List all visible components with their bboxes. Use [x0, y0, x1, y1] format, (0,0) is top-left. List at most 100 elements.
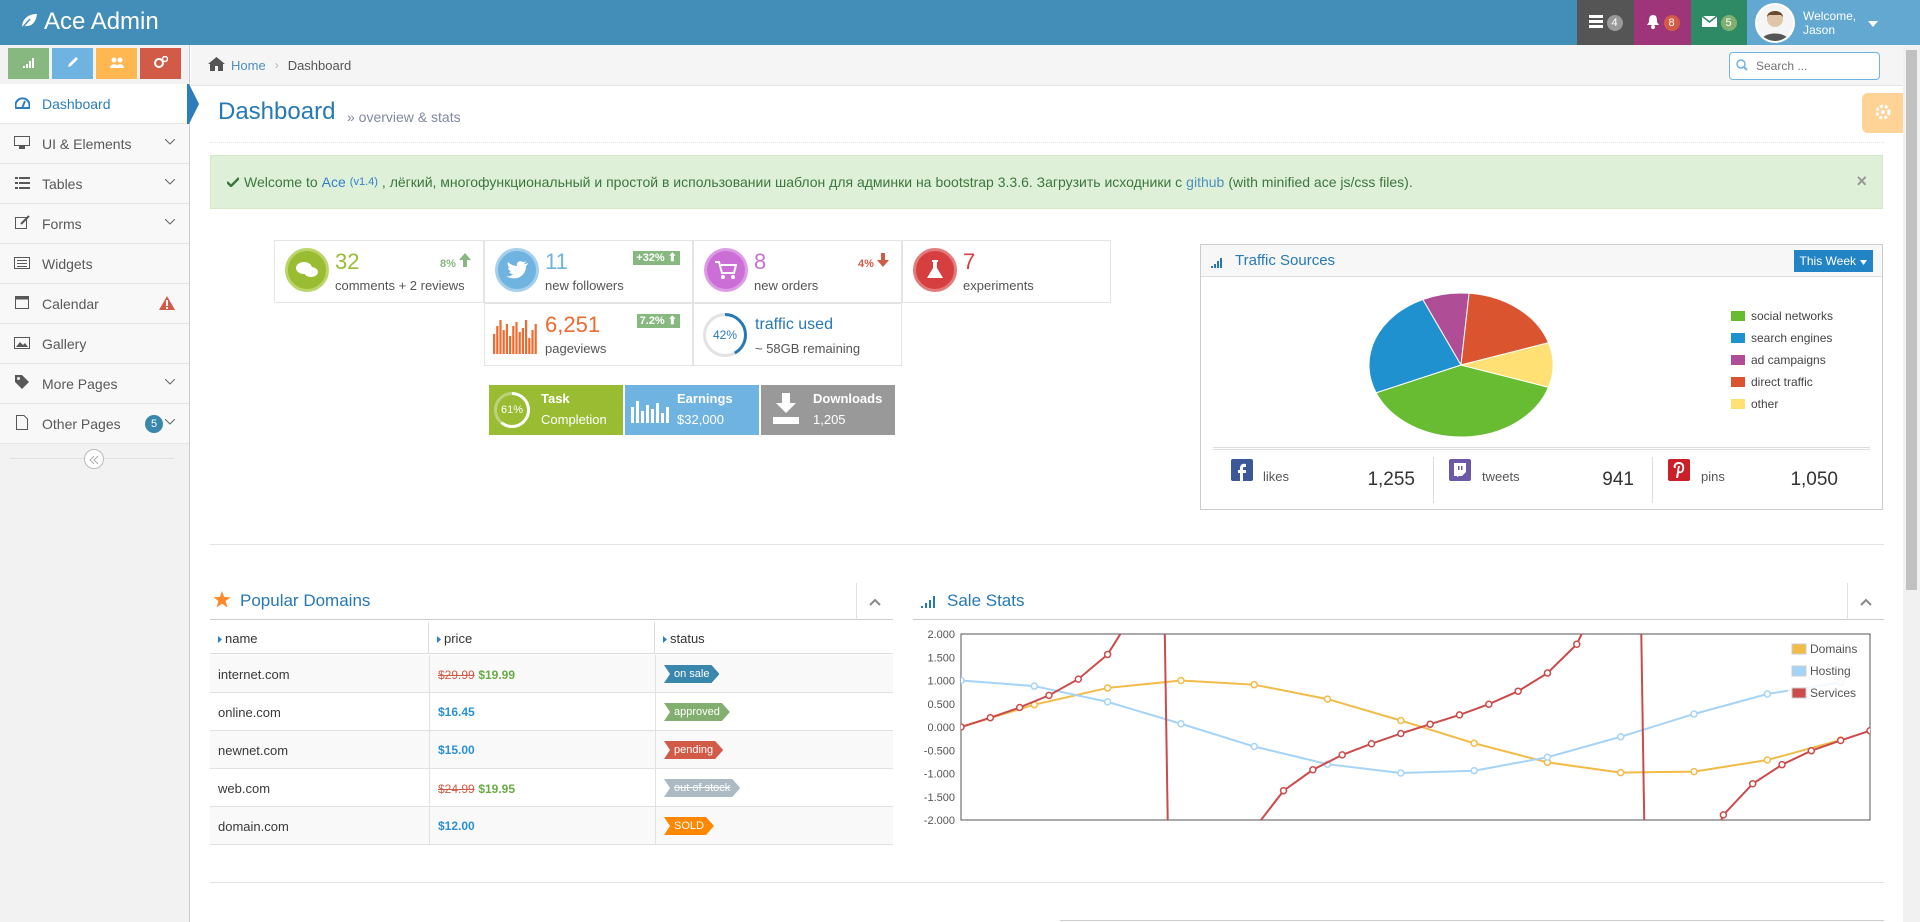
price: $12.00	[438, 819, 475, 833]
data-point	[1397, 769, 1405, 777]
legend-label: search engines	[1751, 331, 1833, 345]
messages-badge: 5	[1720, 14, 1737, 31]
sidebar-item-tables[interactable]: Tables	[0, 164, 189, 204]
sale-stats-collapse-button[interactable]	[1847, 583, 1884, 620]
scrollbar[interactable]	[1903, 45, 1920, 922]
search-input[interactable]	[1754, 58, 1869, 74]
notifications-badge: 8	[1663, 14, 1680, 31]
cogs-icon	[153, 55, 168, 71]
data-point	[1103, 698, 1112, 706]
sidebar-item-gallery[interactable]: Gallery	[0, 324, 189, 364]
shortcut-users-button[interactable]	[96, 48, 137, 79]
scrollbar-thumb[interactable]	[1906, 50, 1917, 590]
sparkline-bar	[502, 330, 505, 354]
infobox-text: new followers	[545, 278, 624, 293]
arrow-up-icon	[459, 253, 471, 270]
caret-right-icon	[437, 631, 441, 646]
shortcut-settings-button[interactable]	[140, 48, 181, 79]
y-tick-label: -1.000	[924, 769, 955, 781]
breadcrumb-separator-icon: ›	[274, 58, 279, 72]
sidebar-item-more-pages[interactable]: More Pages	[0, 364, 189, 404]
chevron-down-icon	[164, 374, 176, 388]
comments-icon	[285, 248, 329, 292]
social-stat-tweets: tweets 941	[1434, 457, 1653, 503]
period-dropdown[interactable]: This Week	[1793, 250, 1873, 272]
legend-swatch	[1791, 643, 1807, 655]
github-link[interactable]: github	[1186, 174, 1224, 190]
sparkline-bar	[515, 322, 518, 354]
status-badge: SOLD	[664, 817, 714, 835]
dashboard-icon	[12, 96, 32, 112]
legend-item: other	[1731, 393, 1833, 415]
price: $19.99	[478, 668, 516, 682]
y-tick-label: 0.000	[927, 722, 955, 734]
infobox-comments: 32 comments + 2 reviews 8%	[274, 240, 484, 303]
shortcut-stats-button[interactable]	[8, 48, 49, 79]
star-icon	[213, 591, 231, 611]
infobox-number: 11	[545, 249, 568, 274]
legend-swatch	[1731, 333, 1745, 343]
col-status-header[interactable]: status	[655, 622, 893, 654]
infobox-change: +32%	[636, 252, 665, 264]
chart-legend: Domains Hosting Services	[1788, 638, 1868, 700]
alert-download-text: . Загрузить исходники с	[1028, 174, 1183, 190]
chevron-down-icon	[164, 134, 176, 148]
close-icon[interactable]: ×	[1856, 171, 1867, 192]
bottom-line	[1060, 920, 1884, 921]
col-price-header[interactable]: price	[429, 622, 655, 654]
legend-swatch	[1791, 665, 1807, 677]
sidebar-item-other-pages[interactable]: Other Pages 5	[0, 404, 189, 444]
y-tick-label: 1.500	[927, 652, 955, 664]
status-badge: out of stock	[664, 779, 740, 797]
tasks-button[interactable]: 4	[1577, 0, 1634, 45]
twitter-icon	[495, 248, 539, 292]
sidebar-item-label: UI & Elements	[42, 135, 132, 152]
legend-swatch	[1731, 311, 1745, 321]
y-tick-label: 0.500	[927, 699, 955, 711]
alert-text: , лёгкий, многофункциональный и простой …	[381, 174, 932, 190]
legend-swatch	[1731, 355, 1745, 365]
data-point	[1690, 767, 1698, 776]
data-point	[1763, 756, 1772, 764]
sidebar-item-ui-elements[interactable]: UI & Elements	[0, 124, 189, 164]
sparkline-bar	[521, 328, 524, 354]
sidebar-item-calendar[interactable]: Calendar	[0, 284, 189, 324]
col-name-header[interactable]: name	[210, 622, 429, 654]
data-point	[1836, 736, 1845, 745]
tag-icon	[12, 375, 32, 392]
sidebar-item-label: Gallery	[42, 335, 87, 352]
shortcut-edit-button[interactable]	[52, 48, 93, 79]
flask-icon	[913, 248, 957, 292]
bar-chart-icon	[631, 397, 669, 426]
infobox-pageviews: 6,251 pageviews 7.2% ⬆	[484, 303, 693, 366]
sidebar-item-dashboard[interactable]: Dashboard	[0, 84, 199, 124]
infobox-text: experiments	[963, 278, 1034, 293]
brand[interactable]: Ace Admin	[20, 8, 159, 36]
traffic-pie-chart	[1368, 292, 1554, 438]
desktop-icon	[12, 135, 32, 152]
chevron-down-icon	[164, 414, 176, 428]
facebook-icon	[1231, 459, 1253, 481]
data-point	[1573, 640, 1581, 648]
domains-table-header: name price status	[210, 622, 893, 654]
notifications-button[interactable]: 8	[1634, 0, 1691, 45]
data-point	[1778, 760, 1786, 769]
infobox-number: 7	[963, 249, 976, 274]
social-label: tweets	[1482, 469, 1520, 484]
domains-collapse-button[interactable]	[856, 583, 893, 620]
messages-button[interactable]: 5	[1691, 0, 1747, 45]
sidebar-item-forms[interactable]: Forms	[0, 204, 189, 244]
search-box	[1729, 52, 1880, 80]
breadcrumb-home-link[interactable]: Home	[231, 58, 266, 73]
table-row: web.com $24.99 $19.95 out of stock	[210, 769, 893, 807]
sidebar-item-widgets[interactable]: Widgets	[0, 244, 189, 284]
data-point	[1397, 729, 1405, 738]
section-divider	[210, 544, 1884, 545]
bottom-divider	[210, 882, 1884, 883]
user-name: Jason	[1803, 22, 1836, 37]
sidebar-collapse-button[interactable]	[84, 449, 104, 469]
avatar	[1755, 2, 1795, 43]
user-menu[interactable]: Welcome, Jason	[1747, 0, 1920, 45]
check-icon	[226, 174, 240, 190]
data-point	[1309, 766, 1317, 774]
